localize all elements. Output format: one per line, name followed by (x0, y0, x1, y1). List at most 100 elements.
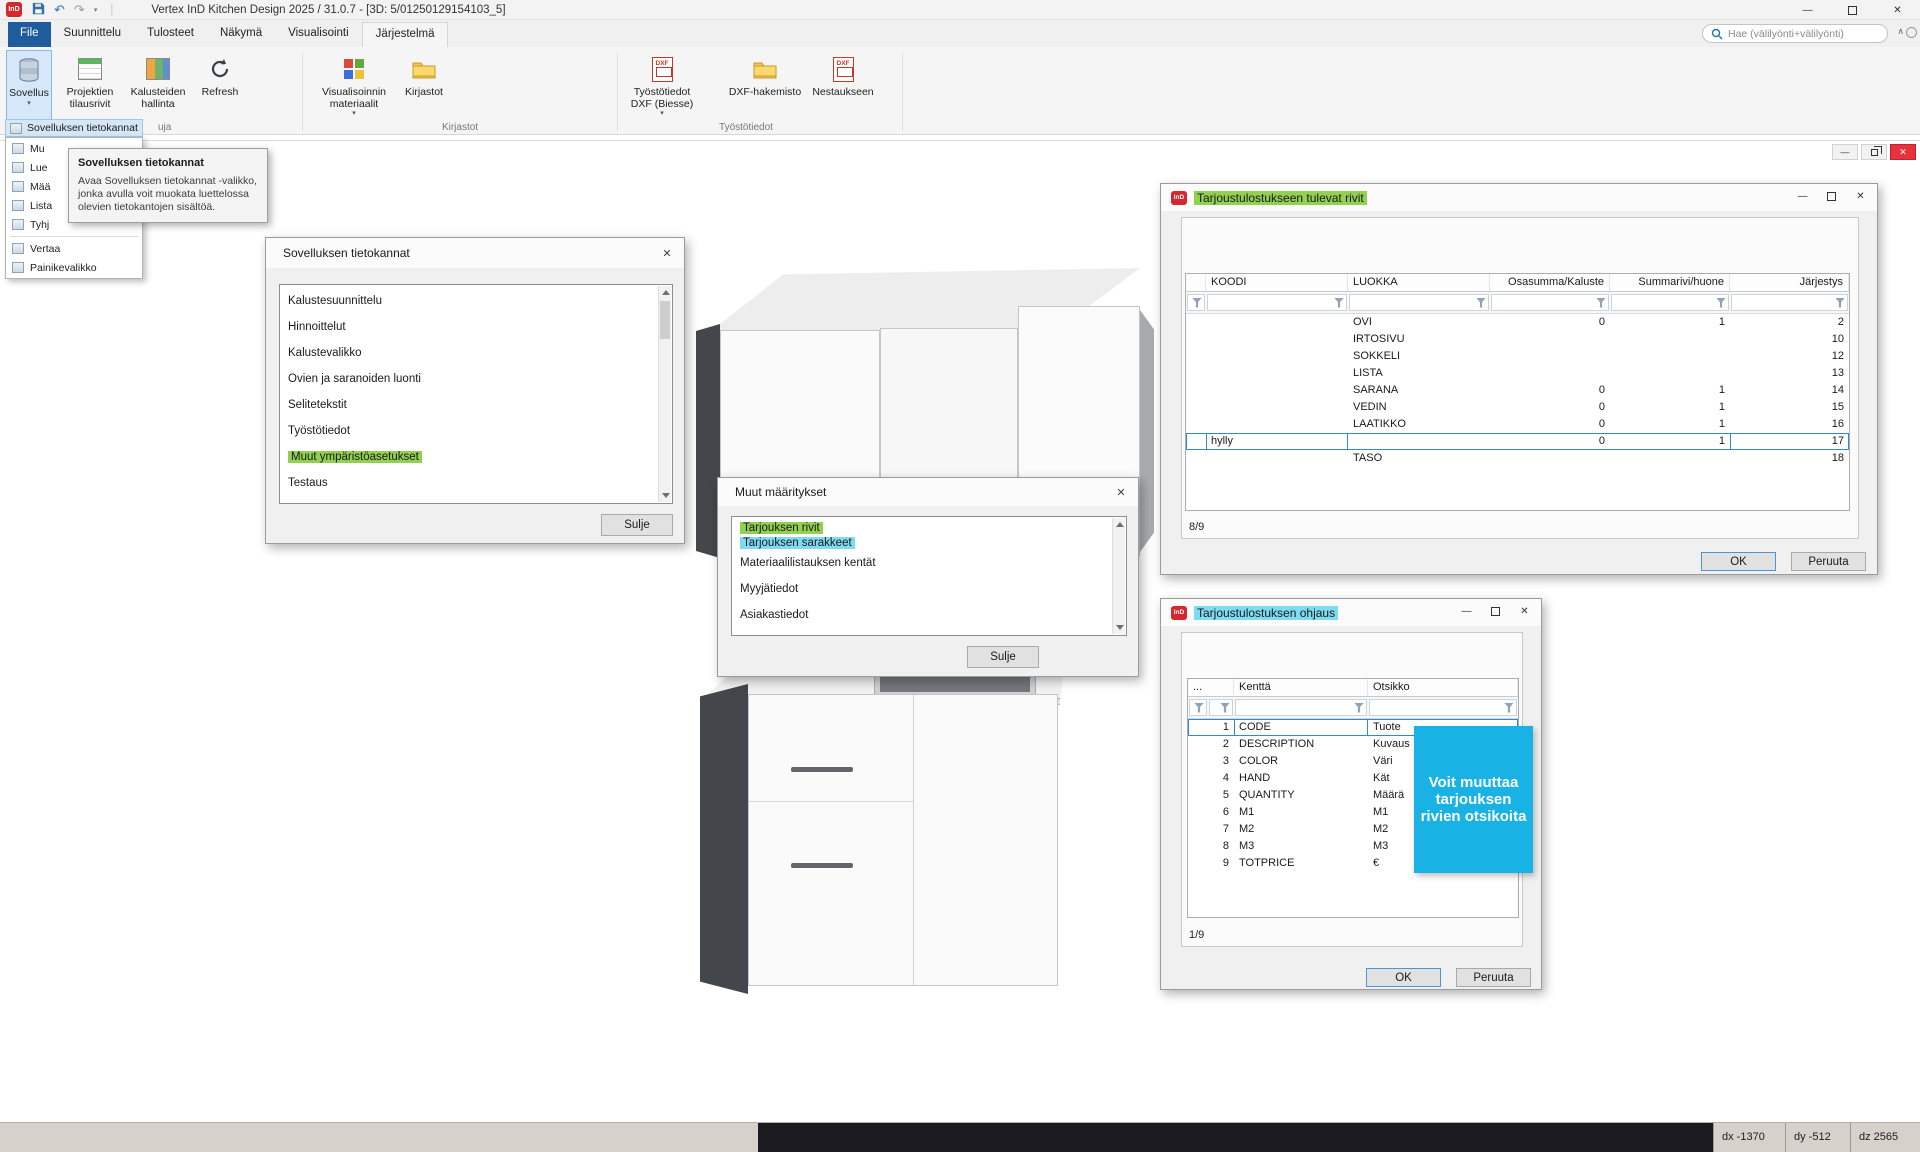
window-controls: — ✕ (1785, 0, 1920, 20)
minimize-button[interactable]: — (1788, 186, 1817, 207)
column-header[interactable]: LUOKKA (1348, 274, 1490, 291)
list-item[interactable]: Kalustesuunnittelu (280, 288, 672, 314)
scrollbar[interactable] (1112, 518, 1125, 634)
list-item[interactable]: Työstötiedot (280, 418, 672, 444)
filter-cell[interactable] (1207, 294, 1347, 311)
ribbon-button-nestaukseen[interactable]: DXF Nestaukseen (810, 50, 876, 126)
list-item[interactable]: Testaus (280, 470, 672, 496)
tab-file[interactable]: File (8, 22, 51, 47)
qat-dropdown-icon[interactable]: ▾ (94, 6, 98, 14)
tab-jarjestelma[interactable]: Järjestelmä (362, 22, 449, 47)
dialog-titlebar[interactable]: InD Tarjoustulostukseen tulevat rivit — … (1161, 184, 1877, 211)
redo-icon[interactable]: ↷ (74, 3, 85, 16)
minimize-button[interactable]: — (1452, 601, 1481, 622)
close-button[interactable]: ✕ (1875, 0, 1920, 20)
edit-cell[interactable]: hylly (1206, 433, 1348, 450)
filter-cell[interactable] (1611, 294, 1729, 311)
ribbon-button-refresh[interactable]: Refresh (194, 50, 246, 126)
list-item[interactable]: Asiakastiedot (732, 602, 1126, 628)
peruuta-button[interactable]: Peruuta (1456, 968, 1531, 987)
table-row[interactable]: SARANA0114 (1186, 382, 1849, 399)
list-item[interactable]: Myyjätiedot (732, 576, 1126, 602)
ribbon-button-tyostotiedot-dxf[interactable]: DXF Työstötiedot DXF (Biesse) ▾ (622, 50, 702, 126)
peruuta-button[interactable]: Peruuta (1791, 552, 1866, 571)
tab-visualisointi[interactable]: Visualisointi (275, 22, 362, 47)
list-item[interactable]: Materiaalilistauksen kentät (732, 550, 1126, 576)
search-box[interactable] (1702, 24, 1888, 43)
close-button[interactable]: ✕ (1510, 601, 1539, 622)
dialog-titlebar[interactable]: Muut määritykset ✕ (718, 478, 1138, 506)
filter-cell[interactable] (1189, 699, 1207, 716)
table-row-selected[interactable]: hylly0117 (1186, 433, 1849, 450)
app-menu-header[interactable]: Sovelluksen tietokannat (5, 119, 143, 137)
tab-nakyma[interactable]: Näkymä (207, 22, 275, 47)
ribbon-button-sovellus[interactable]: Sovellus ▾ (6, 50, 52, 126)
scroll-down-icon[interactable] (662, 493, 670, 498)
close-icon[interactable]: ✕ (650, 238, 684, 268)
column-header[interactable]: ... (1188, 679, 1234, 696)
ok-button[interactable]: OK (1366, 968, 1441, 987)
table-row[interactable]: IRTOSIVU10 (1186, 331, 1849, 348)
column-header[interactable]: Osasumma/Kaluste (1490, 274, 1610, 291)
tab-tulosteet[interactable]: Tulosteet (134, 22, 207, 47)
column-header[interactable]: KOODI (1206, 274, 1348, 291)
ribbon-button-projektien-tilausrivit[interactable]: Projektien tilausrivit (58, 50, 122, 126)
scrollbar[interactable] (658, 286, 671, 502)
list-item[interactable]: Selitetekstit (280, 392, 672, 418)
minimize-button[interactable]: — (1785, 0, 1830, 20)
list-item[interactable]: Ovien ja saranoiden luonti (280, 366, 672, 392)
dialog-titlebar[interactable]: Sovelluksen tietokannat ✕ (266, 238, 684, 268)
filter-cell[interactable] (1731, 294, 1848, 311)
save-icon[interactable] (32, 2, 45, 18)
filter-icon (1354, 703, 1364, 713)
maximize-button[interactable] (1830, 0, 1875, 20)
column-header[interactable]: Järjestys (1730, 274, 1849, 291)
ok-button[interactable]: OK (1701, 552, 1776, 571)
filter-cell[interactable] (1187, 294, 1205, 311)
ribbon-button-kirjastot[interactable]: Kirjastot (398, 50, 450, 126)
maximize-button[interactable] (1817, 186, 1846, 207)
table-row[interactable]: LISTA13 (1186, 365, 1849, 382)
table-row[interactable]: TASO18 (1186, 450, 1849, 467)
mdi-restore-button[interactable] (1861, 144, 1887, 160)
scroll-up-icon[interactable] (662, 290, 670, 295)
scroll-up-icon[interactable] (1116, 522, 1124, 527)
ribbon-button-visualisoinnin-materiaalit[interactable]: Visualisoinnin materiaalit ▾ (314, 50, 394, 126)
table-row[interactable]: SOKKELI12 (1186, 348, 1849, 365)
list-item-highlighted[interactable]: Muut ympäristöasetukset (280, 444, 672, 470)
dialog-titlebar[interactable]: InD Tarjoustulostuksen ohjaus — ✕ (1161, 599, 1541, 626)
scroll-down-icon[interactable] (1116, 625, 1124, 630)
close-button[interactable]: ✕ (1846, 186, 1875, 207)
scroll-thumb[interactable] (660, 301, 670, 339)
mdi-minimize-button[interactable]: — (1832, 144, 1858, 160)
filter-cell[interactable] (1209, 699, 1233, 716)
sulje-button[interactable]: Sulje (601, 514, 673, 536)
ribbon-button-kalusteiden-hallinta[interactable]: Kalusteiden hallinta (126, 50, 190, 126)
collapse-ribbon-icon[interactable]: ∧ (1897, 26, 1904, 37)
list-item-highlighted[interactable]: Tarjouksen sarakkeet (732, 535, 1126, 550)
search-input[interactable] (1728, 28, 1878, 40)
ribbon-button-dxf-hakemisto[interactable]: DXF-hakemisto (724, 50, 806, 126)
undo-icon[interactable]: ↶ (54, 3, 65, 16)
sulje-button[interactable]: Sulje (967, 646, 1039, 668)
column-header[interactable]: Kenttä (1234, 679, 1368, 696)
list-item[interactable]: Hinnoittelut (280, 314, 672, 340)
table-row[interactable]: VEDIN0115 (1186, 399, 1849, 416)
column-header[interactable]: Summarivi/huone (1610, 274, 1730, 291)
tab-suunnittelu[interactable]: Suunnittelu (51, 22, 135, 47)
filter-cell[interactable] (1235, 699, 1367, 716)
maximize-button[interactable] (1481, 601, 1510, 622)
menu-item-vertaa[interactable]: Vertaa (6, 239, 142, 258)
filter-cell[interactable] (1491, 294, 1609, 311)
table-row[interactable]: LAATIKKO0116 (1186, 416, 1849, 433)
menu-item-painikevalikko[interactable]: Painikevalikko (6, 258, 142, 277)
help-icon[interactable] (1906, 27, 1917, 38)
list-item[interactable]: Kalustevalikko (280, 340, 672, 366)
filter-cell[interactable] (1369, 699, 1517, 716)
mdi-close-button[interactable]: ✕ (1890, 144, 1916, 160)
close-icon[interactable]: ✕ (1104, 478, 1138, 506)
filter-cell[interactable] (1349, 294, 1489, 311)
list-item-highlighted[interactable]: Tarjouksen rivit (732, 520, 1126, 535)
column-header[interactable]: Otsikko (1368, 679, 1518, 696)
table-row[interactable]: OVI012 (1186, 314, 1849, 331)
